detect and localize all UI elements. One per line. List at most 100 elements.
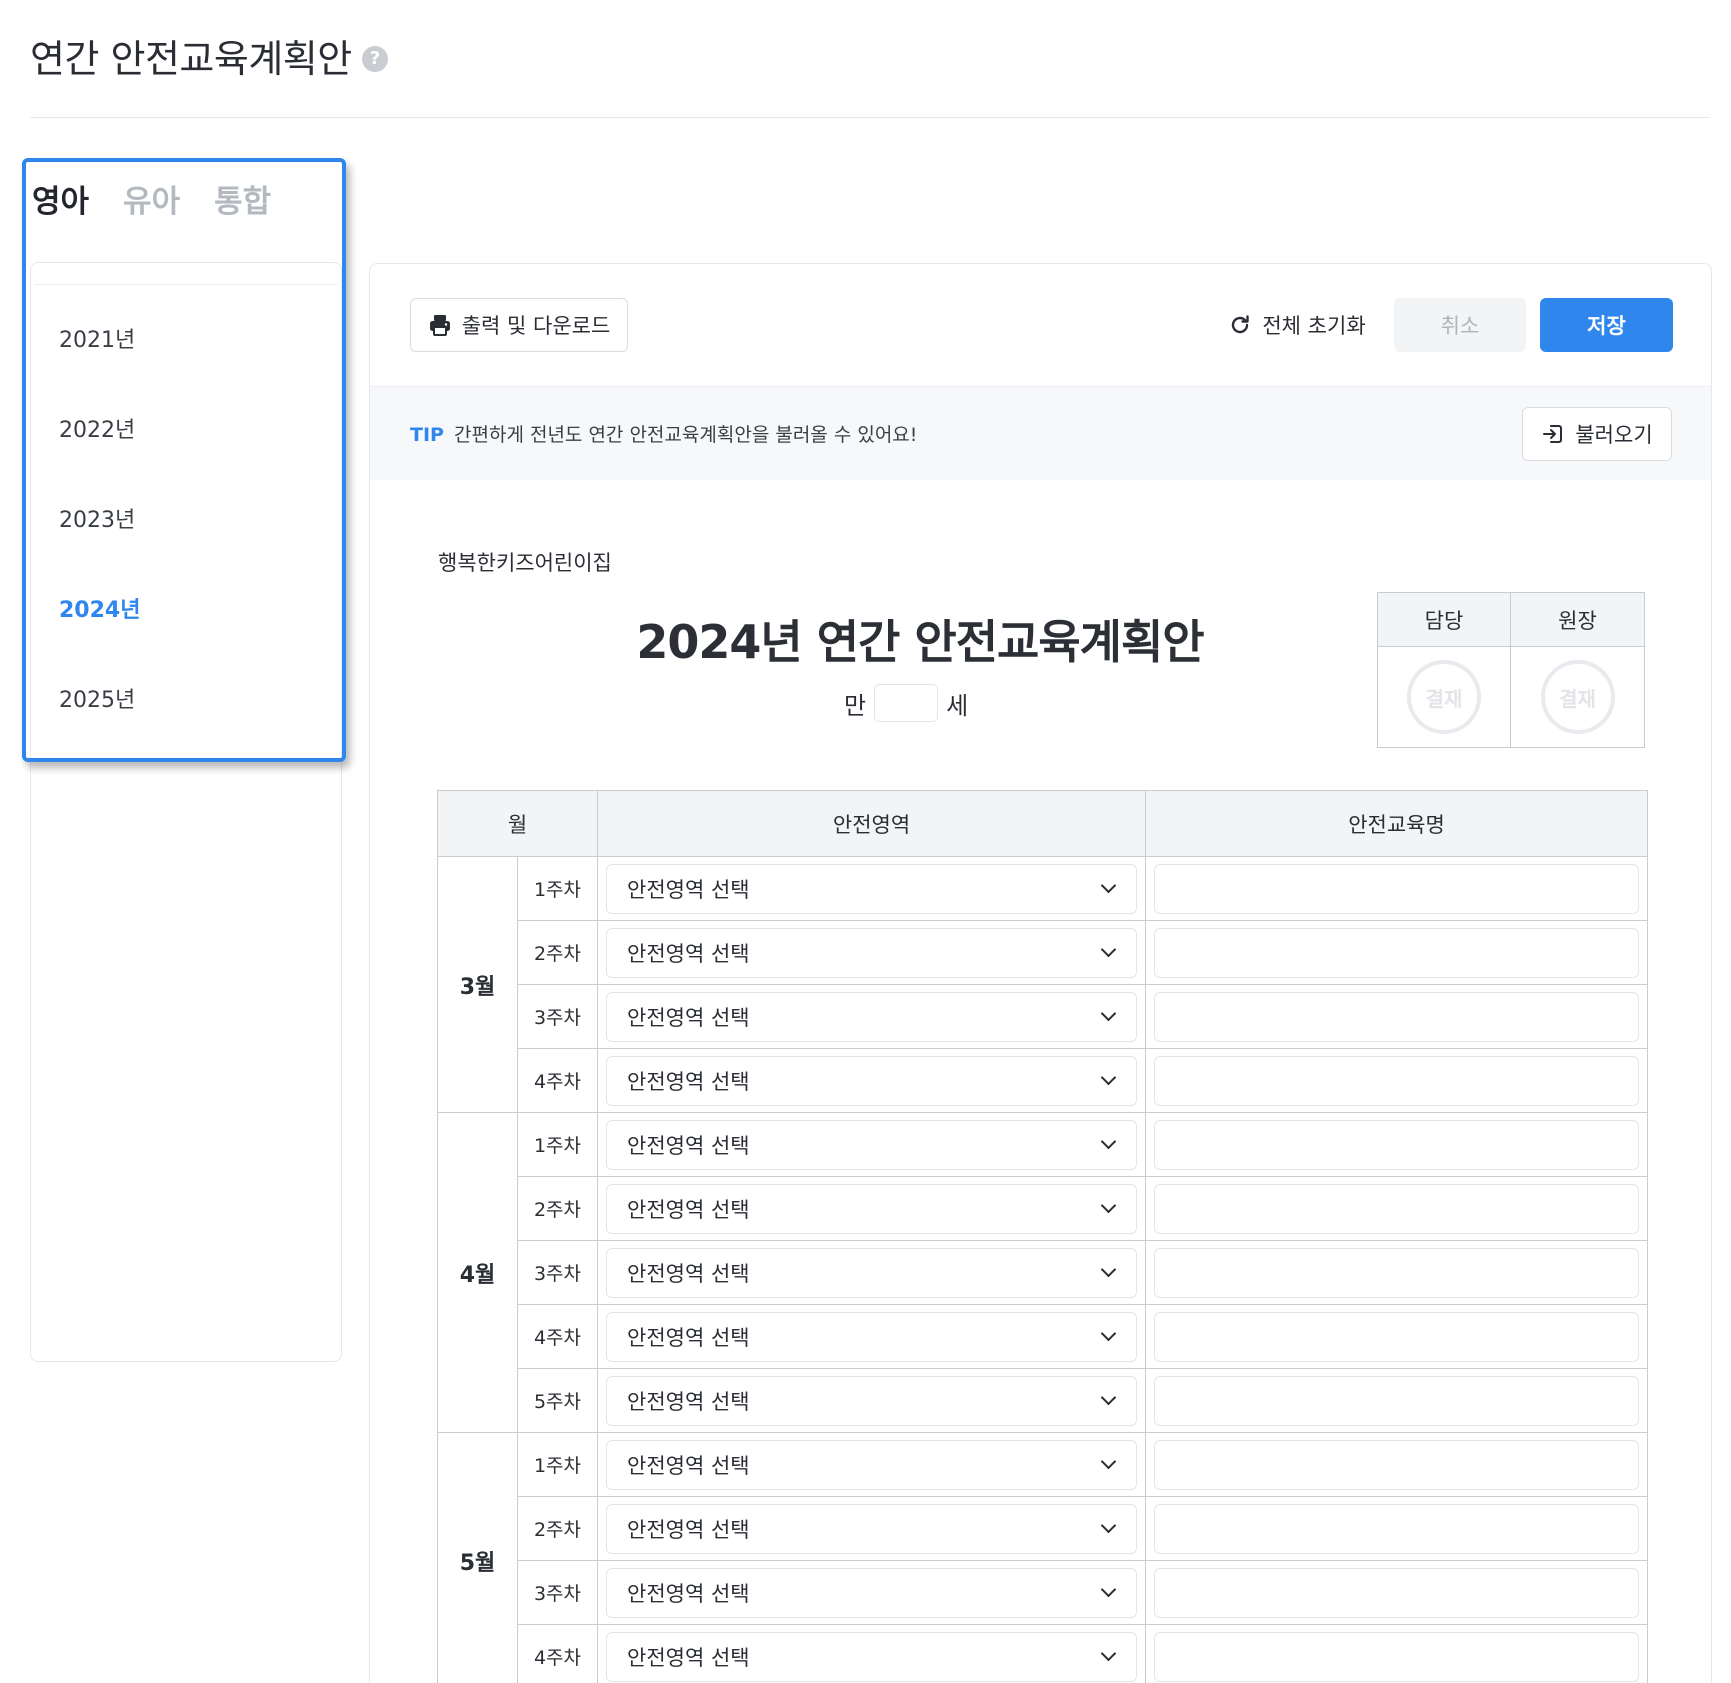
area-select[interactable]: 안전영역 선택 — [606, 991, 1138, 1042]
education-name-input[interactable] — [1154, 991, 1640, 1042]
education-name-cell — [1145, 1560, 1649, 1625]
tip-message: 간편하게 전년도 연간 안전교육계획안을 불러올 수 있어요! — [454, 424, 918, 446]
approval-header-director: 원장 — [1511, 593, 1644, 647]
education-name-cell — [1145, 1176, 1649, 1241]
week-cell: 4주차 — [516, 1304, 599, 1369]
area-select[interactable]: 안전영역 선택 — [606, 1183, 1138, 1234]
area-select-value: 안전영역 선택 — [627, 877, 750, 902]
table-row: 5월 1주차 안전영역 선택 — [437, 1432, 1649, 1683]
chevron-down-icon — [1100, 1325, 1117, 1342]
area-select[interactable]: 안전영역 선택 — [606, 1631, 1138, 1682]
question-circle-icon[interactable]: ? — [361, 45, 388, 72]
week-cell: 1주차 — [516, 1112, 599, 1177]
education-name-input[interactable] — [1154, 927, 1640, 978]
save-button[interactable]: 저장 — [1540, 298, 1673, 352]
year-item-2021[interactable]: 2021년 — [34, 293, 338, 383]
header-area: 안전영역 — [597, 790, 1147, 857]
chevron-down-icon — [1100, 1453, 1117, 1470]
area-select[interactable]: 안전영역 선택 — [606, 1119, 1138, 1170]
approval-stamp[interactable]: 결재 — [1540, 660, 1615, 734]
toolbar: 출력 및 다운로드 전체 초기화 취소 저장 — [370, 264, 1711, 386]
approval-header-manager: 담당 — [1378, 593, 1511, 647]
area-cell: 안전영역 선택 — [597, 1624, 1147, 1683]
area-cell: 안전영역 선택 — [597, 1304, 1147, 1369]
chevron-down-icon — [1100, 1005, 1117, 1022]
year-item-2023[interactable]: 2023년 — [34, 473, 338, 563]
year-list: 2021년 2022년 2023년 2024년 2025년 — [34, 284, 338, 756]
area-select[interactable]: 안전영역 선택 — [606, 1567, 1138, 1618]
week-cell: 2주차 — [516, 920, 599, 985]
table-row: 2주차 안전영역 선택 — [438, 1176, 1649, 1241]
approval-stamp[interactable]: 결재 — [1407, 660, 1481, 734]
education-name-cell — [1145, 856, 1649, 921]
education-name-input[interactable] — [1154, 1055, 1640, 1106]
table-row: 3주차 안전영역 선택 — [438, 1240, 1649, 1305]
education-name-input[interactable] — [1154, 1631, 1640, 1682]
area-select-value: 안전영역 선택 — [627, 1389, 750, 1414]
education-name-input[interactable] — [1154, 1375, 1640, 1426]
header-name: 안전교육명 — [1145, 790, 1649, 857]
reset-all-button[interactable]: 전체 초기화 — [1222, 298, 1372, 352]
education-name-input[interactable] — [1154, 1247, 1640, 1298]
year-item-2024[interactable]: 2024년 — [34, 563, 338, 653]
education-name-input[interactable] — [1154, 1119, 1640, 1170]
title-divider — [30, 117, 1710, 118]
load-button[interactable]: 불러오기 — [1522, 407, 1672, 461]
education-name-input[interactable] — [1154, 1183, 1640, 1234]
education-name-cell — [1145, 984, 1649, 1049]
cancel-button[interactable]: 취소 — [1394, 298, 1526, 352]
year-item-2025[interactable]: 2025년 — [34, 653, 338, 743]
chevron-down-icon — [1100, 877, 1117, 894]
print-download-button[interactable]: 출력 및 다운로드 — [410, 298, 628, 352]
header-month: 월 — [436, 790, 599, 857]
education-name-input[interactable] — [1154, 1439, 1640, 1490]
approval-cell-manager[interactable]: 결재 — [1378, 647, 1511, 747]
tab-integrated[interactable]: 통합 — [214, 176, 271, 221]
area-select[interactable]: 안전영역 선택 — [606, 1375, 1138, 1426]
table-row: 3주차 안전영역 선택 — [438, 1560, 1649, 1625]
education-name-input[interactable] — [1154, 1311, 1640, 1362]
area-select-value: 안전영역 선택 — [627, 1133, 750, 1158]
page-title: 연간 안전교육계획안 ? — [30, 28, 388, 83]
chevron-down-icon — [1100, 1389, 1117, 1406]
area-select[interactable]: 안전영역 선택 — [606, 1247, 1138, 1298]
chevron-down-icon — [1100, 1581, 1117, 1598]
area-select[interactable]: 안전영역 선택 — [606, 1055, 1138, 1106]
education-name-cell — [1145, 1048, 1649, 1113]
table-row: 4주차 안전영역 선택 — [438, 1048, 1649, 1113]
table-row: 2주차 안전영역 선택 — [438, 920, 1649, 985]
table-row: 2주차 안전영역 선택 — [438, 1496, 1649, 1561]
year-item-2022[interactable]: 2022년 — [34, 383, 338, 473]
reset-all-label: 전체 초기화 — [1262, 314, 1366, 338]
area-select[interactable]: 안전영역 선택 — [606, 1439, 1138, 1490]
table-row: 3월 1주차 안전영역 선택 — [437, 856, 1649, 1113]
area-select-value: 안전영역 선택 — [627, 1197, 750, 1222]
area-select-value: 안전영역 선택 — [627, 1325, 750, 1350]
plan-table: 월 안전영역 안전교육명 3월 1주차 안전영역 선택 2주차 안전영역 선택 3주차 안전… — [436, 790, 1649, 1683]
tab-infant[interactable]: 영아 — [32, 176, 89, 221]
area-select-value: 안전영역 선택 — [627, 1069, 750, 1094]
education-name-cell — [1145, 1496, 1649, 1561]
page-title-text: 연간 안전교육계획안 — [30, 37, 352, 81]
education-name-input[interactable] — [1154, 1567, 1640, 1618]
table-row: 3주차 안전영역 선택 — [438, 984, 1649, 1049]
approval-cell-director[interactable]: 결재 — [1511, 647, 1644, 747]
area-cell: 안전영역 선택 — [597, 1560, 1147, 1625]
age-input[interactable] — [874, 684, 939, 722]
week-cell: 1주차 — [516, 856, 599, 921]
area-select[interactable]: 안전영역 선택 — [606, 927, 1138, 978]
refresh-icon — [1232, 315, 1250, 334]
area-select[interactable]: 안전영역 선택 — [606, 863, 1138, 914]
education-name-input[interactable] — [1154, 863, 1640, 914]
area-cell: 안전영역 선택 — [597, 1048, 1147, 1113]
document-title: 2024년 연간 안전교육계획안 — [636, 615, 1204, 669]
area-select[interactable]: 안전영역 선택 — [606, 1503, 1138, 1554]
area-select[interactable]: 안전영역 선택 — [606, 1311, 1138, 1362]
tab-toddler[interactable]: 유아 — [123, 176, 180, 221]
area-cell: 안전영역 선택 — [597, 1496, 1147, 1561]
area-select-value: 안전영역 선택 — [627, 1581, 750, 1606]
month-cell: 5월 — [437, 1432, 518, 1683]
week-cell: 3주차 — [516, 1240, 599, 1305]
education-name-input[interactable] — [1154, 1503, 1640, 1554]
table-row: 4주차 안전영역 선택 — [438, 1624, 1649, 1683]
